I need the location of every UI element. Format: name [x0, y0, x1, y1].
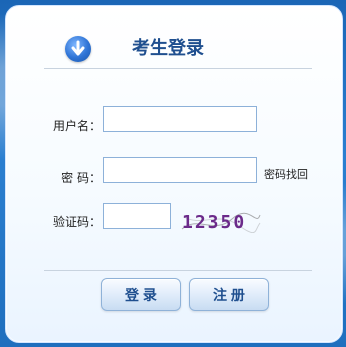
- arrow-down-circle-icon: [65, 36, 91, 62]
- header-divider: [44, 68, 312, 69]
- captcha-label: 验证码：: [52, 215, 101, 229]
- captcha-input[interactable]: [103, 203, 171, 229]
- username-label: 用户名：: [52, 119, 101, 133]
- password-label: 密 码：: [61, 171, 101, 185]
- page-title: 考生登录: [132, 38, 204, 59]
- register-button[interactable]: 注 册: [189, 278, 269, 311]
- captcha-image[interactable]: 12350: [180, 209, 262, 233]
- username-input[interactable]: [103, 106, 257, 132]
- captcha-text: 12350: [182, 212, 246, 233]
- password-input[interactable]: [103, 157, 257, 183]
- login-panel: 考生登录 用户名： 密 码： 密码找回 验证码： 12350 登 录 注 册: [5, 5, 343, 343]
- footer-divider: [44, 270, 312, 271]
- login-header: 考生登录: [6, 6, 342, 76]
- forgot-password-link[interactable]: 密码找回: [264, 164, 308, 186]
- login-button[interactable]: 登 录: [101, 278, 181, 311]
